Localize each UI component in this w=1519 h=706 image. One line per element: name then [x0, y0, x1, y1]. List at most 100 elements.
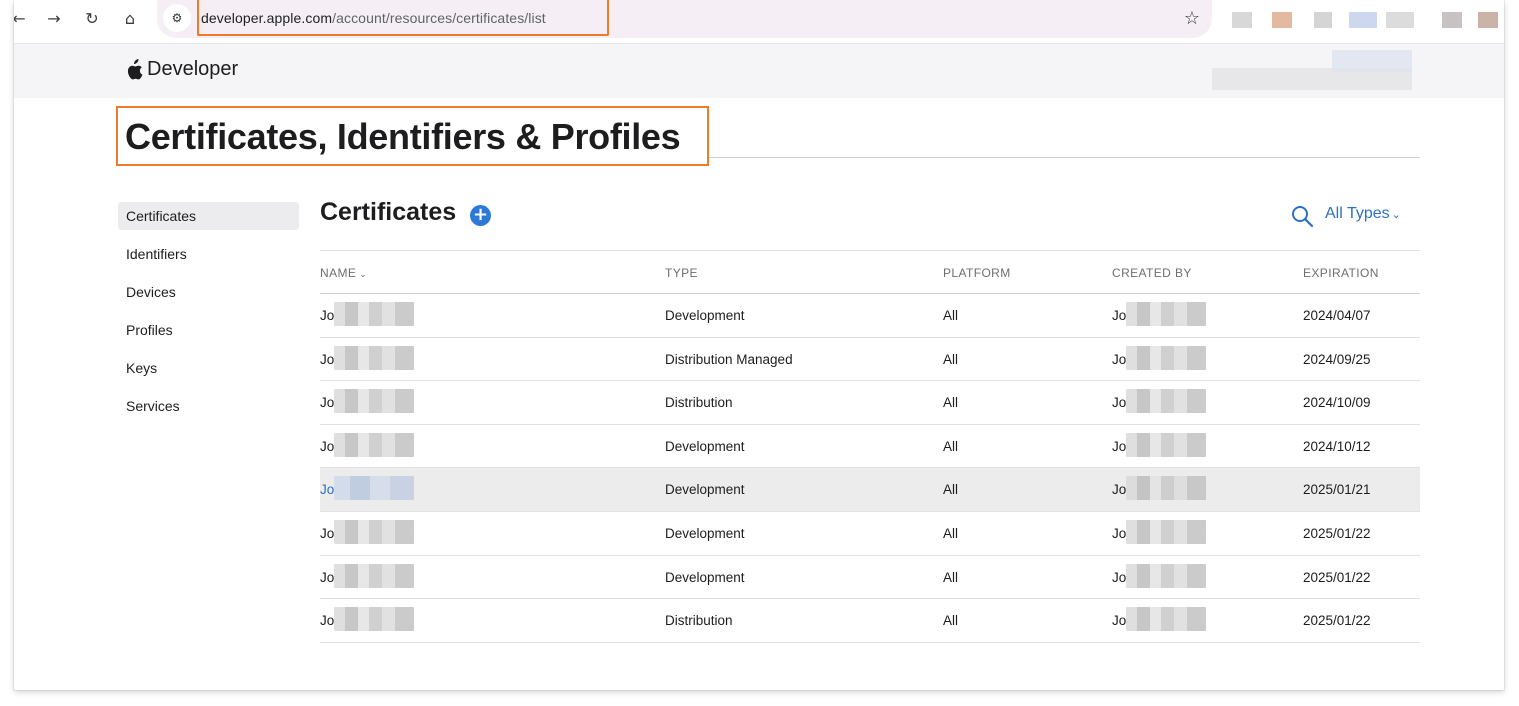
- cell-expiration: 2025/01/21: [1303, 482, 1371, 498]
- search-icon[interactable]: [1290, 204, 1314, 228]
- cell-name[interactable]: Jo: [320, 439, 334, 454]
- cell-name[interactable]: Jo: [320, 395, 334, 410]
- cell-type: Development: [665, 308, 745, 323]
- column-header-created-by[interactable]: CREATED BY: [1112, 266, 1192, 280]
- table-row[interactable]: Jo Development All Jo 2025/01/22: [320, 556, 1420, 600]
- reload-icon[interactable]: ↻: [79, 5, 105, 31]
- column-header-platform[interactable]: PLATFORM: [943, 266, 1011, 280]
- url-text[interactable]: developer.apple.com/account/resources/ce…: [201, 10, 546, 26]
- bookmark-star-icon[interactable]: ☆: [1184, 8, 1200, 29]
- cell-created-by: Jo: [1112, 351, 1127, 367]
- browser-window: ← → ↻ ⌂ ⚙ developer.apple.com/account/re…: [14, 0, 1504, 690]
- back-icon[interactable]: ←: [14, 5, 32, 31]
- extension-icon[interactable]: [1386, 12, 1414, 28]
- extension-icon[interactable]: [1349, 12, 1377, 28]
- cell-created-by: Jo: [1112, 308, 1127, 323]
- table-row[interactable]: Jo Development All Jo 2025/01/22: [320, 512, 1420, 556]
- cell-name-link[interactable]: Jo: [320, 482, 334, 497]
- sidebar-item-certificates[interactable]: Certificates: [118, 202, 299, 230]
- sidebar-item-keys[interactable]: Keys: [118, 354, 299, 382]
- table-row[interactable]: Jo Distribution All Jo 2024/10/09: [320, 381, 1420, 425]
- table-header: NAME ⌄ TYPE PLATFORM CREATED BY EXPIRATIO…: [320, 250, 1420, 294]
- type-filter-dropdown[interactable]: All Types ⌄: [1325, 205, 1401, 223]
- redacted-block: [1126, 476, 1206, 501]
- cell-expiration: 2025/01/22: [1303, 525, 1371, 541]
- cell-platform: All: [943, 438, 959, 454]
- sort-chevron-icon: ⌄: [359, 270, 368, 280]
- title-divider: [709, 157, 1420, 158]
- global-nav: Developer: [14, 44, 1504, 98]
- cell-name[interactable]: Jo: [320, 308, 334, 323]
- cell-platform: All: [943, 569, 959, 585]
- cell-type: Development: [665, 438, 745, 454]
- column-header-name[interactable]: NAME ⌄: [320, 266, 367, 280]
- cell-expiration: 2024/09/25: [1303, 351, 1371, 367]
- cell-type: Distribution: [665, 613, 733, 629]
- cell-expiration: 2025/01/22: [1303, 613, 1371, 629]
- column-header-type[interactable]: TYPE: [665, 266, 698, 280]
- address-bar[interactable]: ⚙ developer.apple.com/account/resources/…: [157, 0, 1212, 38]
- cell-platform: All: [943, 395, 959, 411]
- cell-created-by: Jo: [1112, 613, 1127, 629]
- cell-expiration: 2024/10/12: [1303, 438, 1371, 454]
- cell-expiration: 2025/01/22: [1303, 569, 1371, 585]
- account-team-info[interactable]: [1212, 68, 1412, 90]
- cell-name[interactable]: Jo: [320, 570, 334, 585]
- url-path: /account/resources/certificates/list: [332, 10, 546, 26]
- cell-created-by: Jo: [1112, 525, 1127, 541]
- cell-platform: All: [943, 308, 959, 323]
- redacted-block: [334, 607, 414, 632]
- cell-name[interactable]: Jo: [320, 526, 334, 541]
- cell-platform: All: [943, 482, 959, 498]
- cell-type: Distribution Managed: [665, 351, 793, 367]
- add-certificate-button[interactable]: +: [470, 205, 491, 226]
- sidebar-item-services[interactable]: Services: [118, 392, 299, 420]
- table-row[interactable]: Jo Distribution All Jo 2025/01/22: [320, 599, 1420, 643]
- redacted-block: [334, 302, 414, 326]
- column-header-name-label: NAME: [320, 266, 357, 280]
- chevron-down-icon: ⌄: [1391, 208, 1401, 221]
- sidebar-item-devices[interactable]: Devices: [118, 278, 299, 306]
- page-title: Certificates, Identifiers & Profiles: [125, 116, 681, 157]
- redacted-block: [334, 389, 414, 414]
- section-title: Certificates: [320, 198, 457, 226]
- forward-icon[interactable]: →: [41, 5, 67, 31]
- cell-name[interactable]: Jo: [320, 613, 334, 628]
- table-row[interactable]: Jo Development All Jo 2024/10/12: [320, 425, 1420, 469]
- redacted-block: [1126, 345, 1206, 370]
- table-row[interactable]: Jo Development All Jo 2024/04/07: [320, 294, 1420, 338]
- extension-icon[interactable]: [1272, 12, 1292, 28]
- avatar[interactable]: [1478, 12, 1498, 28]
- cell-platform: All: [943, 351, 959, 367]
- cell-name[interactable]: Jo: [320, 352, 334, 367]
- table-row[interactable]: Jo Distribution Managed All Jo 2024/09/2…: [320, 338, 1420, 382]
- cell-type: Development: [665, 482, 745, 498]
- redacted-block: [334, 476, 414, 501]
- home-icon[interactable]: ⌂: [117, 5, 143, 31]
- browser-toolbar: ← → ↻ ⌂ ⚙ developer.apple.com/account/re…: [14, 0, 1504, 44]
- redacted-block: [1126, 607, 1206, 632]
- developer-brand[interactable]: Developer: [125, 58, 238, 81]
- redacted-block: [334, 519, 414, 544]
- table-row-selected[interactable]: Jo Development All Jo 2025/01/21: [320, 468, 1420, 512]
- cell-type: Distribution: [665, 395, 733, 411]
- cell-expiration: 2024/04/07: [1303, 308, 1371, 323]
- site-settings-icon[interactable]: ⚙: [163, 4, 191, 32]
- extension-icon[interactable]: [1442, 12, 1462, 28]
- cell-created-by: Jo: [1112, 482, 1127, 498]
- cell-created-by: Jo: [1112, 395, 1127, 411]
- cell-type: Development: [665, 525, 745, 541]
- redacted-block: [1126, 302, 1206, 326]
- apple-logo-icon: [127, 58, 143, 79]
- cell-platform: All: [943, 613, 959, 629]
- extension-icon[interactable]: [1314, 12, 1332, 28]
- redacted-block: [1126, 519, 1206, 544]
- sidebar-item-identifiers[interactable]: Identifiers: [118, 240, 299, 268]
- cell-expiration: 2024/10/09: [1303, 395, 1371, 411]
- column-header-expiration[interactable]: EXPIRATION: [1303, 266, 1379, 280]
- extension-icon[interactable]: [1232, 12, 1252, 28]
- sidebar-item-profiles[interactable]: Profiles: [118, 316, 299, 344]
- redacted-block: [1126, 389, 1206, 414]
- redacted-block: [334, 345, 414, 370]
- url-host: developer.apple.com: [201, 10, 333, 26]
